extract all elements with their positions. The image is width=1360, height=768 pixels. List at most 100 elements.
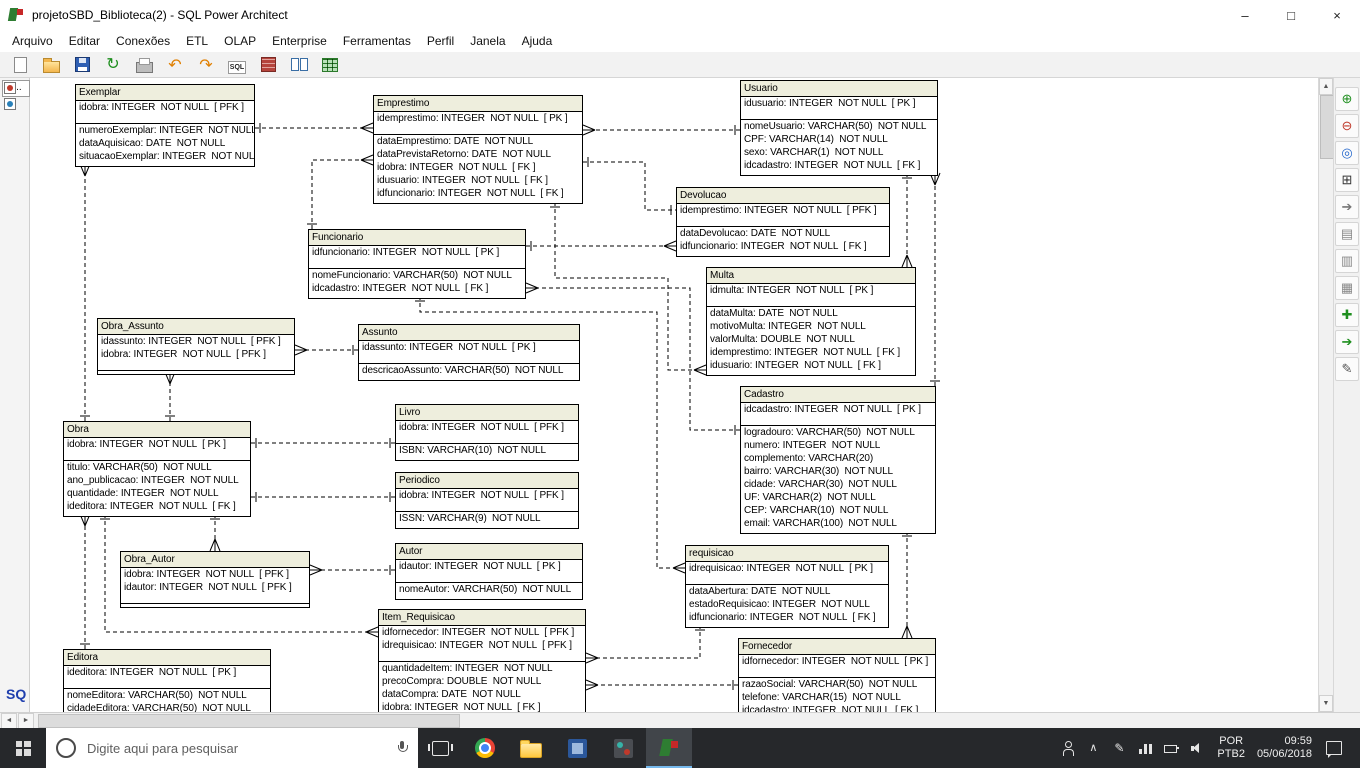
column-row[interactable]: idemprestimo: INTEGER NOT NULL [ PFK ] [677,204,889,217]
pages-button[interactable] [1335,249,1359,273]
zoom-out-button[interactable] [1335,114,1359,138]
column-row[interactable]: UF: VARCHAR(2) NOT NULL [741,491,935,504]
zoom-in-button[interactable] [1335,87,1359,111]
zoom-normal-button[interactable] [1335,141,1359,165]
column-row[interactable]: idautor: INTEGER NOT NULL [ PK ] [396,560,582,573]
scroll-right-arrow[interactable]: ► [18,712,34,729]
column-row[interactable]: idemprestimo: INTEGER NOT NULL [ FK ] [707,346,915,359]
people-icon[interactable] [1060,740,1076,756]
column-row[interactable]: dataEmprestimo: DATE NOT NULL [374,135,582,148]
new-project-button[interactable] [8,54,32,75]
zoom-fit-button[interactable] [1335,168,1359,192]
column-row[interactable]: idassunto: INTEGER NOT NULL [ PK ] [359,341,579,354]
column-row[interactable]: cidade: VARCHAR(30) NOT NULL [741,478,935,491]
column-row[interactable]: idobra: INTEGER NOT NULL [ PFK ] [396,489,578,502]
notes-button[interactable] [1335,222,1359,246]
scroll-left-arrow[interactable]: ◄ [1,712,17,729]
save-project-button[interactable] [70,54,94,75]
column-row[interactable]: titulo: VARCHAR(50) NOT NULL [64,461,250,474]
menu-item-editar[interactable]: Editar [61,31,108,51]
column-row[interactable]: idfornecedor: INTEGER NOT NULL [ PFK ] [379,626,585,639]
column-row[interactable]: dataAbertura: DATE NOT NULL [686,585,888,598]
column-row[interactable]: descricaoAssunto: VARCHAR(50) NOT NULL [359,364,579,377]
column-row[interactable]: sexo: VARCHAR(1) NOT NULL [741,146,937,159]
column-row[interactable]: idfornecedor: INTEGER NOT NULL [ PK ] [739,655,935,668]
column-row[interactable]: precoCompra: DOUBLE NOT NULL [379,675,585,688]
column-row[interactable]: idemprestimo: INTEGER NOT NULL [ PK ] [374,112,582,125]
column-row[interactable]: idusuario: INTEGER NOT NULL [ FK ] [707,359,915,372]
column-row[interactable]: dataPrevistaRetorno: DATE NOT NULL [374,148,582,161]
new-table-button[interactable] [1335,303,1359,327]
column-row[interactable]: dataAquisicao: DATE NOT NULL [76,137,254,150]
column-row[interactable]: idcadastro: INTEGER NOT NULL [ FK ] [309,282,525,295]
menu-item-olap[interactable]: OLAP [216,31,264,51]
battery-icon[interactable] [1164,740,1180,756]
column-row[interactable]: idassunto: INTEGER NOT NULL [ PFK ] [98,335,294,348]
vertical-scrollbar[interactable]: ▲ ▼ [1318,78,1334,712]
column-row[interactable]: idobra: INTEGER NOT NULL [ PFK ] [396,421,578,434]
column-row[interactable]: idfuncionario: INTEGER NOT NULL [ FK ] [686,611,888,624]
column-row[interactable]: quantidade: INTEGER NOT NULL [64,487,250,500]
entity-obra[interactable]: Obra idobra: INTEGER NOT NULL [ PK ] titul… [63,421,251,517]
column-row[interactable]: idobra: INTEGER NOT NULL [ PFK ] [76,101,254,114]
column-row[interactable]: idfuncionario: INTEGER NOT NULL [ PK ] [309,246,525,259]
column-row[interactable]: nomeEditora: VARCHAR(50) NOT NULL [64,689,270,702]
entity-devolucao[interactable]: Devolucao idemprestimo: INTEGER NOT NULL … [676,187,890,257]
column-row[interactable]: idobra: INTEGER NOT NULL [ PFK ] [121,568,309,581]
entity-usuario[interactable]: Usuario idusuario: INTEGER NOT NULL [ PK … [740,80,938,176]
column-row[interactable]: CPF: VARCHAR(14) NOT NULL [741,133,937,146]
tree-item-database-2[interactable] [4,98,29,110]
entity-fornecedor[interactable]: Fornecedor idfornecedor: INTEGER NOT NULL… [738,638,936,712]
column-row[interactable]: quantidadeItem: INTEGER NOT NULL [379,662,585,675]
taskbar-app-chrome[interactable] [462,728,508,768]
entity-autor[interactable]: Autor idautor: INTEGER NOT NULL [ PK ] nom… [395,543,583,600]
column-row[interactable]: idobra: INTEGER NOT NULL [ PFK ] [98,348,294,361]
menu-item-conexes[interactable]: Conexões [108,31,178,51]
maximize-button[interactable]: □ [1268,0,1314,30]
column-row[interactable]: estadoRequisicao: INTEGER NOT NULL [686,598,888,611]
entity-funcionario[interactable]: Funcionario idfuncionario: INTEGER NOT NU… [308,229,526,299]
clock[interactable]: 09:59 05/06/2018 [1257,735,1312,761]
column-row[interactable]: dataDevolucao: DATE NOT NULL [677,227,889,240]
menu-item-arquivo[interactable]: Arquivo [4,31,61,51]
column-row[interactable]: cidadeEditora: VARCHAR(50) NOT NULL [64,702,270,712]
entity-editora[interactable]: Editora ideditora: INTEGER NOT NULL [ PK … [63,649,271,712]
menu-item-ferramentas[interactable]: Ferramentas [335,31,419,51]
entity-multa[interactable]: Multa idmulta: INTEGER NOT NULL [ PK ] dat… [706,267,916,376]
vertical-scrollbar-thumb[interactable] [1320,95,1334,159]
new-relationship-button[interactable] [1335,330,1359,354]
column-row[interactable]: ISBN: VARCHAR(10) NOT NULL [396,444,578,457]
menu-item-etl[interactable]: ETL [178,31,216,51]
column-row[interactable]: numeroExemplar: INTEGER NOT NULL [76,124,254,137]
menu-item-ajuda[interactable]: Ajuda [514,31,561,51]
pen-icon[interactable] [1112,740,1128,756]
start-button[interactable] [0,728,46,768]
language-indicator[interactable]: POR PTB2 [1217,735,1245,761]
entity-livro[interactable]: Livro idobra: INTEGER NOT NULL [ PFK ] ISB… [395,404,579,461]
column-row[interactable]: idrequisicao: INTEGER NOT NULL [ PFK ] [379,639,585,652]
column-row[interactable]: situacaoExemplar: INTEGER NOT NULL [76,150,254,163]
column-row[interactable]: ano_publicacao: INTEGER NOT NULL [64,474,250,487]
column-row[interactable]: bairro: VARCHAR(30) NOT NULL [741,465,935,478]
minimize-button[interactable]: – [1222,0,1268,30]
microphone-icon[interactable] [396,740,408,756]
profile-tables-button[interactable] [318,54,342,75]
undo-button[interactable] [163,54,187,75]
column-row[interactable]: logradouro: VARCHAR(50) NOT NULL [741,426,935,439]
refresh-button[interactable] [101,54,125,75]
column-row[interactable]: ideditora: INTEGER NOT NULL [ FK ] [64,500,250,513]
column-row[interactable]: dataMulta: DATE NOT NULL [707,307,915,320]
entity-item_requisicao[interactable]: Item_Requisicao idfornecedor: INTEGER NOT… [378,609,586,712]
entity-emprestimo[interactable]: Emprestimo idemprestimo: INTEGER NOT NULL… [373,95,583,204]
entity-cadastro[interactable]: Cadastro idcadastro: INTEGER NOT NULL [ P… [740,386,936,534]
column-row[interactable]: idusuario: INTEGER NOT NULL [ PK ] [741,97,937,110]
column-row[interactable]: telefone: VARCHAR(15) NOT NULL [739,691,935,704]
forward-engineer-sql-button[interactable] [225,54,249,75]
volume-icon[interactable] [1190,740,1206,756]
open-project-button[interactable] [39,54,63,75]
taskbar-app-file-explorer[interactable] [508,728,554,768]
column-row[interactable]: dataCompra: DATE NOT NULL [379,688,585,701]
column-row[interactable]: razaoSocial: VARCHAR(50) NOT NULL [739,678,935,691]
column-row[interactable]: idobra: INTEGER NOT NULL [ FK ] [379,701,585,712]
column-row[interactable]: nomeFuncionario: VARCHAR(50) NOT NULL [309,269,525,282]
